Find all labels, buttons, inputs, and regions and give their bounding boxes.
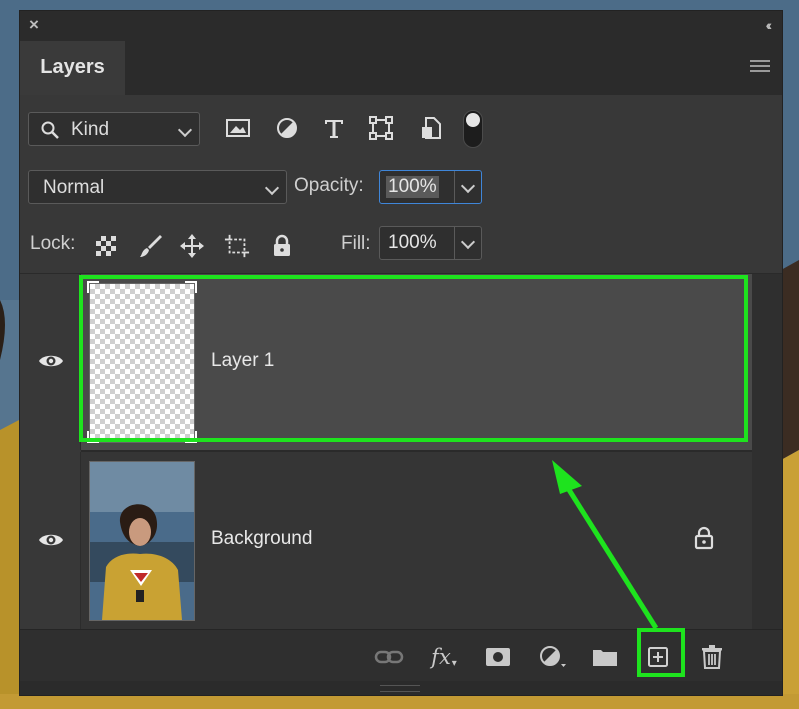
scrollbar[interactable] — [752, 274, 782, 629]
layer-row-background[interactable]: Background — [81, 452, 752, 629]
panel-titlebar: × ‹‹ — [20, 11, 782, 41]
adjustment-filter-icon[interactable] — [272, 113, 302, 143]
chevron-down-icon — [177, 122, 193, 138]
filter-toggle-switch[interactable] — [463, 110, 483, 148]
adjustment-layer-icon[interactable] — [538, 644, 568, 670]
fill-label: Fill: — [341, 233, 371, 254]
group-folder-icon[interactable] — [590, 644, 620, 670]
lock-image-pixels-icon[interactable] — [138, 233, 164, 259]
eye-icon[interactable] — [38, 531, 64, 549]
type-filter-icon[interactable] — [319, 113, 349, 143]
lock-position-icon[interactable] — [179, 233, 205, 259]
visibility-cell — [20, 452, 81, 629]
filter-kind-select[interactable]: Kind — [28, 112, 200, 146]
highlight-box-layer-1 — [79, 275, 748, 442]
panel-menu-icon[interactable] — [750, 60, 770, 75]
chevron-down-icon[interactable] — [460, 234, 476, 250]
resize-grip[interactable] — [380, 685, 420, 692]
opacity-field[interactable]: 100% — [379, 170, 482, 204]
close-icon[interactable]: × — [29, 15, 39, 35]
highlight-box-new-layer — [637, 628, 685, 677]
fill-field[interactable]: 100% — [379, 226, 482, 260]
blend-mode-value: Normal — [43, 177, 105, 198]
eye-icon[interactable] — [38, 352, 64, 370]
layer-thumbnail-photo — [89, 461, 195, 621]
fx-label: fx — [431, 645, 451, 669]
fill-value[interactable]: 100% — [386, 232, 439, 254]
chevron-down-icon[interactable] — [460, 178, 476, 194]
lock-row: Lock: Fill: 100% — [20, 213, 782, 274]
lock-transparent-pixels-icon[interactable] — [93, 233, 119, 259]
filter-row: Kind — [20, 95, 782, 162]
opacity-label: Opacity: — [294, 175, 364, 196]
lock-artboard-icon[interactable] — [224, 233, 250, 259]
lock-label: Lock: — [30, 233, 76, 254]
smart-object-filter-icon[interactable] — [416, 113, 446, 143]
lock-all-icon[interactable] — [269, 233, 295, 259]
trash-icon[interactable] — [697, 644, 727, 670]
filter-kind-label: Kind — [71, 119, 110, 140]
tab-layers[interactable]: Layers — [20, 41, 125, 95]
search-icon — [41, 121, 59, 139]
add-mask-icon[interactable] — [483, 644, 513, 670]
image-filter-icon[interactable] — [223, 113, 253, 143]
opacity-value[interactable]: 100% — [386, 176, 439, 198]
visibility-cell — [20, 274, 81, 450]
collapse-panel-icon[interactable]: ‹‹ — [766, 17, 773, 33]
lock-icon[interactable] — [694, 526, 714, 550]
layer-name[interactable]: Background — [211, 528, 312, 550]
blend-row: Normal Opacity: 100% — [20, 161, 782, 214]
blend-mode-select[interactable]: Normal — [28, 170, 287, 204]
link-layers-icon[interactable] — [374, 644, 404, 670]
chevron-down-icon — [264, 180, 280, 196]
shape-filter-icon[interactable] — [366, 113, 396, 143]
panel-resize-strip — [20, 681, 782, 695]
fx-icon[interactable]: fx ▾ — [429, 644, 459, 670]
tab-row: Layers — [20, 41, 782, 95]
